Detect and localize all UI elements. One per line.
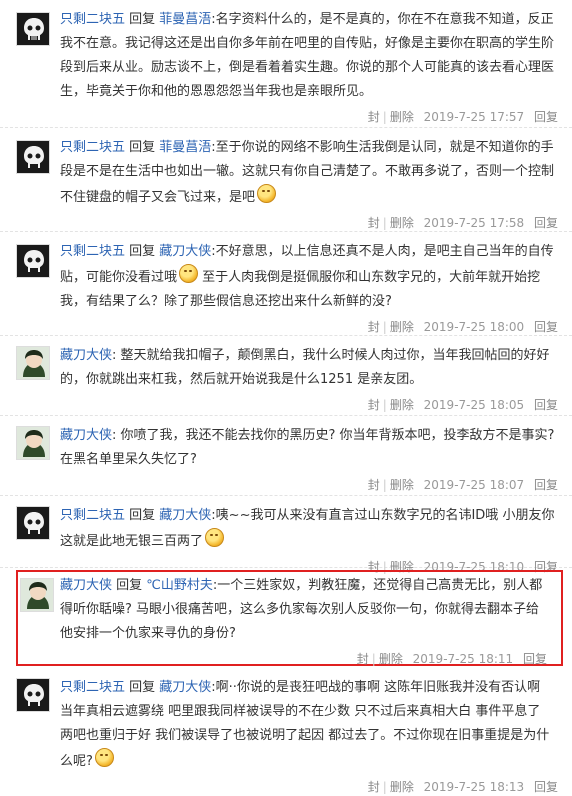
reply-meta: 封 | 删除 2019-7-25 17:58 回复 xyxy=(367,216,558,230)
delete-link[interactable]: 删除 xyxy=(390,478,414,492)
delete-link[interactable]: 删除 xyxy=(390,110,414,124)
reply-content: 只剩二块五 回复 藏刀大侠:不好意思，以上信息还真不是人肉，是吧主自己当年的自传… xyxy=(60,232,572,314)
smile-emoji-icon xyxy=(94,748,114,767)
reply-word: 回复 xyxy=(125,140,160,155)
timestamp: 2019-7-25 18:05 xyxy=(423,398,525,412)
anime-character-icon[interactable] xyxy=(16,346,50,380)
timestamp: 2019-7-25 18:00 xyxy=(423,320,525,334)
delete-link[interactable]: 删除 xyxy=(390,398,414,412)
list-item: 只剩二块五 回复 藏刀大侠:啊··你说的是丧狂吧战的事啊 这陈年旧账我并没有否认… xyxy=(0,668,572,794)
punisher-skull-icon[interactable] xyxy=(16,506,50,540)
reply-link[interactable]: 回复 xyxy=(534,110,558,124)
feng-link[interactable]: 封 xyxy=(368,398,380,412)
list-item: 只剩二块五 回复 菲曼菖浯:至于你说的网络不影响生活我倒是认同，就是不知道你的手… xyxy=(0,128,572,232)
author-link[interactable]: 藏刀大侠 xyxy=(60,348,112,363)
anime-character-icon[interactable] xyxy=(16,426,50,460)
reply-target-link[interactable]: 菲曼菖浯 xyxy=(159,140,211,155)
reply-content: 只剩二块五 回复 藏刀大侠:咦~~我可从来没有直言过山东数字兄的名讳ID哦 小朋… xyxy=(60,496,572,554)
reply-target-link[interactable]: 藏刀大侠 xyxy=(159,680,211,695)
reply-link[interactable]: 回复 xyxy=(534,320,558,334)
reply-meta: 封 | 删除 2019-7-25 18:07 回复 xyxy=(367,478,558,492)
feng-link[interactable]: 封 xyxy=(368,478,380,492)
reply-word: 回复 xyxy=(125,680,160,695)
author-link[interactable]: 只剩二块五 xyxy=(60,680,125,695)
smile-emoji-icon xyxy=(257,184,277,203)
reply-meta: 封 | 删除 2019-7-25 18:11 回复 xyxy=(356,652,547,666)
feng-link[interactable]: 封 xyxy=(368,216,380,230)
author-link[interactable]: 藏刀大侠 xyxy=(60,578,112,593)
delete-link[interactable]: 删除 xyxy=(390,320,414,334)
reply-meta: 封 | 删除 2019-7-25 18:13 回复 xyxy=(367,780,558,794)
list-item: 只剩二块五 回复 ​菲曼菖浯:名字资料什么的，是不是真的，你在不在意我不知道，反… xyxy=(0,0,572,128)
reply-word: 回复 xyxy=(125,244,160,259)
anime-character-icon[interactable] xyxy=(20,578,54,612)
punisher-skull-icon[interactable] xyxy=(16,140,50,174)
feng-link[interactable]: 封 xyxy=(368,110,380,124)
reply-link[interactable]: 回复 xyxy=(523,652,547,666)
reply-text: : 整天就给我扣帽子，颠倒黑白，我什么时候人肉过你，当年我回帖回的好好的，你就跳… xyxy=(60,348,550,387)
timestamp: 2019-7-25 17:57 xyxy=(423,110,525,124)
reply-thread: 只剩二块五 回复 ​菲曼菖浯:名字资料什么的，是不是真的，你在不在意我不知道，反… xyxy=(0,0,572,794)
author-link[interactable]: 只剩二块五 xyxy=(60,12,125,27)
reply-content: 只剩二块五 回复 藏刀大侠:啊··你说的是丧狂吧战的事啊 这陈年旧账我并没有否认… xyxy=(60,668,572,774)
feng-link[interactable]: 封 xyxy=(357,652,369,666)
reply-content: 只剩二块五 回复 ​菲曼菖浯:名字资料什么的，是不是真的，你在不在意我不知道，反… xyxy=(60,0,572,104)
reply-target-link[interactable]: 藏刀大侠 xyxy=(159,508,211,523)
reply-target-link[interactable]: ℃山野村夫 xyxy=(146,578,213,593)
author-link[interactable]: 只剩二块五 xyxy=(60,244,125,259)
punisher-skull-icon[interactable] xyxy=(16,244,50,278)
author-link[interactable]: 只剩二块五 xyxy=(60,508,125,523)
punisher-skull-icon[interactable] xyxy=(16,678,50,712)
timestamp: 2019-7-25 18:11 xyxy=(412,652,514,666)
list-item: 只剩二块五 回复 藏刀大侠:不好意思，以上信息还真不是人肉，是吧主自己当年的自传… xyxy=(0,232,572,336)
reply-target-link[interactable]: 菲曼菖浯 xyxy=(159,12,211,27)
list-item: 藏刀大侠: 你喷了我，我还不能去找你的黑历史? 你当年背叛本吧，投李敌方不是事实… xyxy=(0,416,572,496)
reply-link[interactable]: 回复 xyxy=(534,398,558,412)
timestamp: 2019-7-25 18:07 xyxy=(423,478,525,492)
highlighted-list-item: 藏刀大侠 回复 ℃山野村夫:一个三姓家奴，判教狂魔，还觉得自己高贵无比，别人都得… xyxy=(16,570,563,666)
reply-link[interactable]: 回复 xyxy=(534,478,558,492)
reply-link[interactable]: 回复 xyxy=(534,780,558,794)
reply-target-link[interactable]: 藏刀大侠 xyxy=(159,244,211,259)
reply-meta: 封 | 删除 2019-7-25 18:05 回复 xyxy=(367,398,558,412)
reply-word: 回复 xyxy=(125,508,160,523)
punisher-skull-icon[interactable] xyxy=(16,12,50,46)
reply-meta: 封 | 删除 2019-7-25 18:00 回复 xyxy=(367,320,558,334)
delete-link[interactable]: 删除 xyxy=(390,780,414,794)
reply-word: 回复 xyxy=(125,12,160,27)
reply-content: 只剩二块五 回复 菲曼菖浯:至于你说的网络不影响生活我倒是认同，就是不知道你的手… xyxy=(60,128,572,210)
feng-link[interactable]: 封 xyxy=(368,780,380,794)
reply-link[interactable]: 回复 xyxy=(534,216,558,230)
reply-content: 藏刀大侠 回复 ℃山野村夫:一个三姓家奴，判教狂魔，还觉得自己高贵无比，别人都得… xyxy=(60,572,561,646)
feng-link[interactable]: 封 xyxy=(368,320,380,334)
smile-emoji-icon xyxy=(205,528,225,547)
smile-emoji-icon xyxy=(179,264,199,283)
reply-text: : 你喷了我，我还不能去找你的黑历史? 你当年背叛本吧，投李敌方不是事实? 在黑… xyxy=(60,428,555,467)
author-link[interactable]: 藏刀大侠 xyxy=(60,428,112,443)
reply-content: 藏刀大侠: 整天就给我扣帽子，颠倒黑白，我什么时候人肉过你，当年我回帖回的好好的… xyxy=(60,336,572,392)
list-item: 只剩二块五 回复 藏刀大侠:咦~~我可从来没有直言过山东数字兄的名讳ID哦 小朋… xyxy=(0,496,572,574)
timestamp: 2019-7-25 17:58 xyxy=(423,216,525,230)
author-link[interactable]: 只剩二块五 xyxy=(60,140,125,155)
delete-link[interactable]: 删除 xyxy=(379,652,403,666)
reply-content: 藏刀大侠: 你喷了我，我还不能去找你的黑历史? 你当年背叛本吧，投李敌方不是事实… xyxy=(60,416,572,472)
delete-link[interactable]: 删除 xyxy=(390,216,414,230)
reply-word: 回复 xyxy=(112,578,147,593)
reply-meta: 封 | 删除 2019-7-25 17:57 回复 xyxy=(367,110,558,124)
list-item: 藏刀大侠: 整天就给我扣帽子，颠倒黑白，我什么时候人肉过你，当年我回帖回的好好的… xyxy=(0,336,572,416)
timestamp: 2019-7-25 18:13 xyxy=(423,780,525,794)
